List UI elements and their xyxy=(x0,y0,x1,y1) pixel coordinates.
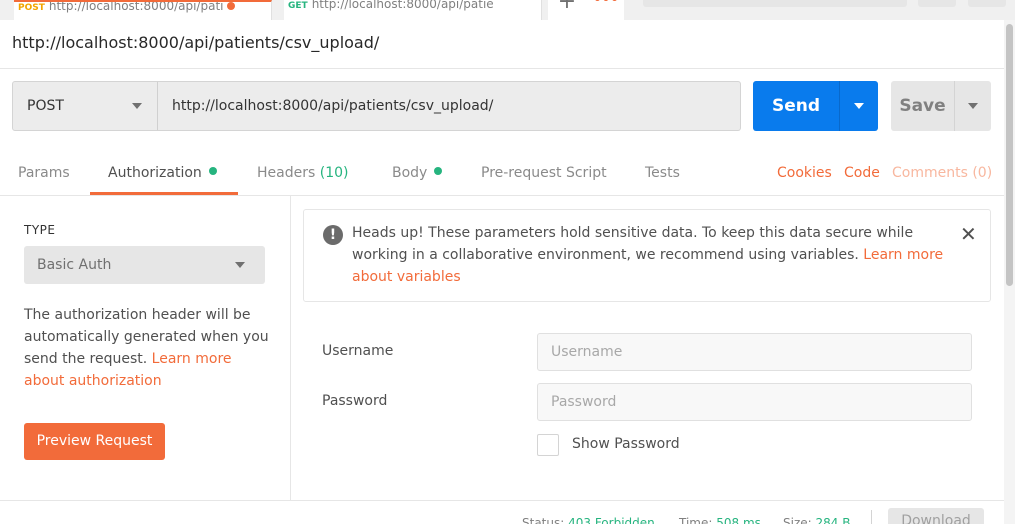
status-value: 403 Forbidden xyxy=(568,516,655,524)
close-icon[interactable]: ✕ xyxy=(960,223,977,245)
comments-link[interactable]: Comments (0) xyxy=(892,165,992,181)
request-tab-get[interactable]: GET http://localhost:8000/api/patie xyxy=(284,0,542,20)
status-info: Status: 403 Forbidden xyxy=(522,516,655,524)
environment-quick-look-button[interactable] xyxy=(918,0,956,7)
method-select[interactable]: POST xyxy=(12,81,158,131)
chevron-down-icon xyxy=(968,103,978,109)
auth-description-text: The authorization header will be automat… xyxy=(24,307,269,367)
show-password-label: Show Password xyxy=(572,436,680,452)
time-label: Time: xyxy=(679,516,713,524)
panel-divider xyxy=(290,196,291,501)
size-label: Size: xyxy=(783,516,812,524)
unsaved-dot-icon xyxy=(227,2,236,10)
auth-type-label: TYPE xyxy=(24,223,56,237)
chevron-down-icon xyxy=(132,103,142,109)
alert-text: Heads up! These parameters hold sensitiv… xyxy=(352,225,914,263)
preview-request-button[interactable]: Preview Request xyxy=(24,423,165,460)
divider xyxy=(0,195,1004,196)
tab-body-label: Body xyxy=(392,165,428,181)
more-tabs-icon[interactable]: ••• xyxy=(586,0,624,20)
tab-url: http://localhost:8000/api/patie xyxy=(311,0,494,11)
tab-authorization[interactable]: Authorization xyxy=(108,165,217,181)
headers-count: (10) xyxy=(319,165,349,181)
tab-headers[interactable]: Headers (10) xyxy=(257,165,348,181)
save-button[interactable]: Save xyxy=(891,81,954,131)
response-status-bar xyxy=(0,500,1004,524)
cookies-link[interactable]: Cookies xyxy=(777,165,832,181)
manage-environments-button[interactable] xyxy=(968,0,1006,7)
alert-message: Heads up! These parameters hold sensitiv… xyxy=(352,222,952,288)
method-value: POST xyxy=(27,98,64,114)
save-options-button[interactable] xyxy=(954,81,991,131)
auth-type-select[interactable]: Basic Auth xyxy=(24,246,265,284)
status-dot-icon xyxy=(208,167,217,175)
password-label: Password xyxy=(322,393,388,409)
username-label: Username xyxy=(322,343,394,359)
tab-headers-label: Headers xyxy=(257,165,316,181)
time-value: 508 ms xyxy=(716,516,761,524)
divider xyxy=(0,68,1004,69)
request-tab-post[interactable]: POST http://localhost:8000/api/pati xyxy=(14,0,272,20)
size-value: 284 B xyxy=(815,516,851,524)
tab-authorization-label: Authorization xyxy=(108,165,202,181)
exclamation-icon: ! xyxy=(323,225,343,245)
auth-description: The authorization header will be automat… xyxy=(24,304,274,392)
size-info: Size: 284 B xyxy=(783,516,850,524)
chevron-down-icon xyxy=(235,262,245,268)
new-tab-plus-icon[interactable]: + xyxy=(548,0,586,20)
divider xyxy=(871,510,872,524)
url-input[interactable] xyxy=(157,81,741,131)
tab-tests[interactable]: Tests xyxy=(645,165,680,181)
chevron-down-icon xyxy=(854,103,864,109)
tab-body[interactable]: Body xyxy=(392,165,443,181)
tab-pre-request-script[interactable]: Pre-request Script xyxy=(481,165,607,181)
send-options-button[interactable] xyxy=(839,81,878,131)
download-button[interactable]: Download xyxy=(888,508,984,524)
time-info: Time: 508 ms xyxy=(679,516,761,524)
tab-method: GET xyxy=(288,1,308,11)
request-title: http://localhost:8000/api/patients/csv_u… xyxy=(12,33,380,52)
environment-select[interactable] xyxy=(643,0,907,7)
username-input[interactable] xyxy=(537,333,972,371)
tab-url: http://localhost:8000/api/pati xyxy=(48,0,224,13)
auth-type-value: Basic Auth xyxy=(37,257,112,273)
password-input[interactable] xyxy=(537,383,972,421)
tab-method: POST xyxy=(18,3,45,13)
send-button[interactable]: Send xyxy=(753,81,839,131)
tab-params[interactable]: Params xyxy=(18,165,70,181)
show-password-checkbox[interactable] xyxy=(537,434,559,456)
code-link[interactable]: Code xyxy=(844,165,880,181)
status-label: Status: xyxy=(522,516,565,524)
scrollbar-thumb[interactable] xyxy=(1006,24,1013,286)
status-dot-icon xyxy=(434,167,443,175)
